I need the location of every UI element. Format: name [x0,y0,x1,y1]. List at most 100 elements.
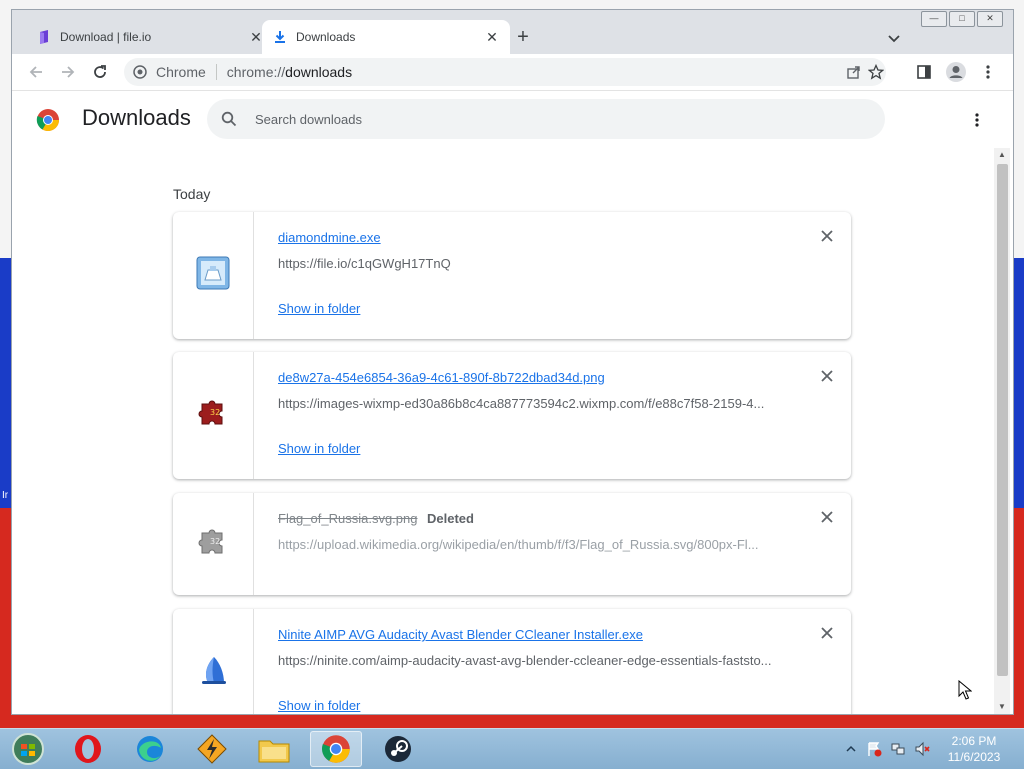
tab-close-icon[interactable]: ✕ [484,29,500,45]
download-status-badge: Deleted [427,511,474,526]
reload-icon [94,65,106,78]
ninite-icon [196,653,230,692]
close-icon [821,230,833,242]
tab-downloads[interactable]: Downloads ✕ [262,20,510,54]
close-icon [821,511,833,523]
downloads-more-actions-button[interactable] [965,108,989,132]
section-date-label: Today [173,186,211,202]
back-button[interactable] [24,60,48,84]
chrome-site-icon [132,64,148,80]
scroll-down-arrow-icon[interactable]: ▼ [994,700,1010,714]
downloads-page: Downloads Today diamondmine.exe https://… [12,91,1013,714]
forward-button[interactable] [56,60,80,84]
tab-label: Download | file.io [60,30,152,44]
share-icon[interactable] [844,62,864,82]
volume-muted-icon[interactable] [914,741,930,757]
reload-button[interactable] [88,60,112,84]
back-arrow-icon [29,66,42,78]
mouse-pointer-icon [958,679,973,700]
clock-date: 11/6/2023 [947,750,1001,764]
installer-icon [196,256,230,295]
taskbar-steam[interactable] [372,731,424,767]
chrome-icon [322,735,350,763]
download-source-url[interactable]: https://file.io/c1qGWgH17TnQ [278,256,778,271]
search-input[interactable] [253,110,817,128]
site-name: Chrome [156,64,206,80]
download-source-url[interactable]: https://upload.wikimedia.org/wikipedia/e… [278,537,778,552]
download-source-url[interactable]: https://images-wixmp-ed30a86b8c4ca887773… [278,396,778,411]
scroll-up-arrow-icon[interactable]: ▲ [994,148,1010,162]
tab-strip: Download | file.io ✕ Downloads ✕ + — □ ✕ [12,10,1013,54]
remove-download-button[interactable] [819,626,835,642]
window-controls: — □ ✕ [921,11,1003,27]
tab-fileio[interactable]: Download | file.io ✕ [26,20,274,54]
url-host: downloads [285,64,353,80]
side-panel-button[interactable] [912,60,936,84]
puzzle-grey-icon: 32 [196,525,230,564]
show-in-folder-link[interactable]: Show in folder [278,698,360,713]
kebab-menu-icon [975,113,979,127]
download-filename-link[interactable]: de8w27a-454e6854-36a9-4c61-890f-8b722dba… [278,370,605,385]
winamp-icon [197,734,227,764]
downloads-header: Downloads [12,91,1013,147]
file-icon-column: 32 [173,493,254,595]
profile-button[interactable] [944,60,968,84]
close-icon [821,370,833,382]
start-orb-icon [12,733,44,765]
scroll-thumb[interactable] [997,164,1008,676]
maximize-button[interactable]: □ [949,11,975,27]
url-scheme: chrome:// [226,64,286,80]
show-in-folder-link[interactable]: Show in folder [278,441,360,456]
close-window-button[interactable]: ✕ [977,11,1003,27]
remove-download-button[interactable] [819,369,835,385]
page-scrollbar[interactable]: ▲ ▼ [994,148,1010,714]
tab-search-chevron-icon[interactable] [884,28,904,48]
download-item: diamondmine.exe https://file.io/c1qGWgH1… [173,212,851,339]
clock-time: 2:06 PM [951,734,997,748]
remove-download-button[interactable] [819,229,835,245]
show-in-folder-link[interactable]: Show in folder [278,301,360,316]
svg-text:32: 32 [210,537,220,546]
file-icon-column: 32 [173,352,254,479]
chrome-logo-icon [36,108,60,132]
browser-toolbar: Chrome chrome://downloads [12,54,1013,91]
search-downloads-box[interactable] [207,99,885,139]
new-tab-button[interactable]: + [512,26,534,48]
taskbar-winamp[interactable] [186,731,238,767]
taskbar-opera[interactable] [62,731,114,767]
taskbar-file-explorer[interactable] [248,731,300,767]
file-icon-column [173,212,254,339]
opera-icon [75,735,101,763]
minimize-button[interactable]: — [921,11,947,27]
kebab-menu-icon [986,65,990,79]
side-panel-icon [917,65,931,79]
download-source-url[interactable]: https://ninite.com/aimp-audacity-avast-a… [278,653,778,668]
page-title: Downloads [82,105,191,130]
remove-download-button[interactable] [819,510,835,526]
taskbar-edge[interactable] [124,731,176,767]
taskbar-chrome[interactable] [310,731,362,767]
show-hidden-icons-arrow-icon[interactable] [843,741,859,757]
download-filename-link[interactable]: diamondmine.exe [278,230,381,245]
omnibox-separator [215,64,217,80]
download-item: 32 de8w27a-454e6854-36a9-4c61-890f-8b722… [173,352,851,479]
bookmark-star-icon[interactable] [866,62,886,82]
network-icon[interactable] [890,741,906,757]
taskbar-clock[interactable]: 2:06 PM 11/6/2023 [944,733,1004,765]
windows-taskbar: 2:06 PM 11/6/2023 [0,728,1024,769]
tab-label: Downloads [296,30,356,44]
address-bar[interactable]: Chrome chrome://downloads [124,58,886,86]
action-center-flag-icon[interactable] [866,741,882,757]
avatar-icon [946,62,966,82]
download-item: Ninite AIMP AVG Audacity Avast Blender C… [173,609,851,714]
close-icon [821,627,833,639]
chrome-menu-button[interactable] [976,60,1000,84]
download-icon [272,29,288,45]
folder-icon [258,740,290,763]
file-icon-column [173,609,254,714]
start-button[interactable] [2,731,54,767]
steam-icon [385,736,411,762]
desktop-icon-label: Ir [2,490,9,501]
download-filename-link[interactable]: Ninite AIMP AVG Audacity Avast Blender C… [278,627,643,642]
search-icon [219,109,239,129]
